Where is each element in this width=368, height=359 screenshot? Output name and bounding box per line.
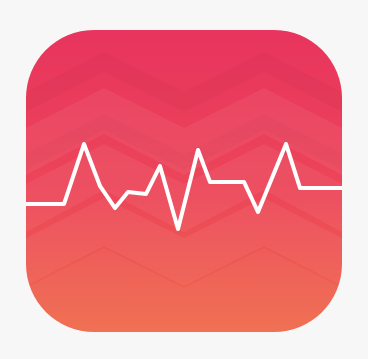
app-icon-canvas (0, 0, 368, 359)
app-icon (26, 30, 342, 332)
